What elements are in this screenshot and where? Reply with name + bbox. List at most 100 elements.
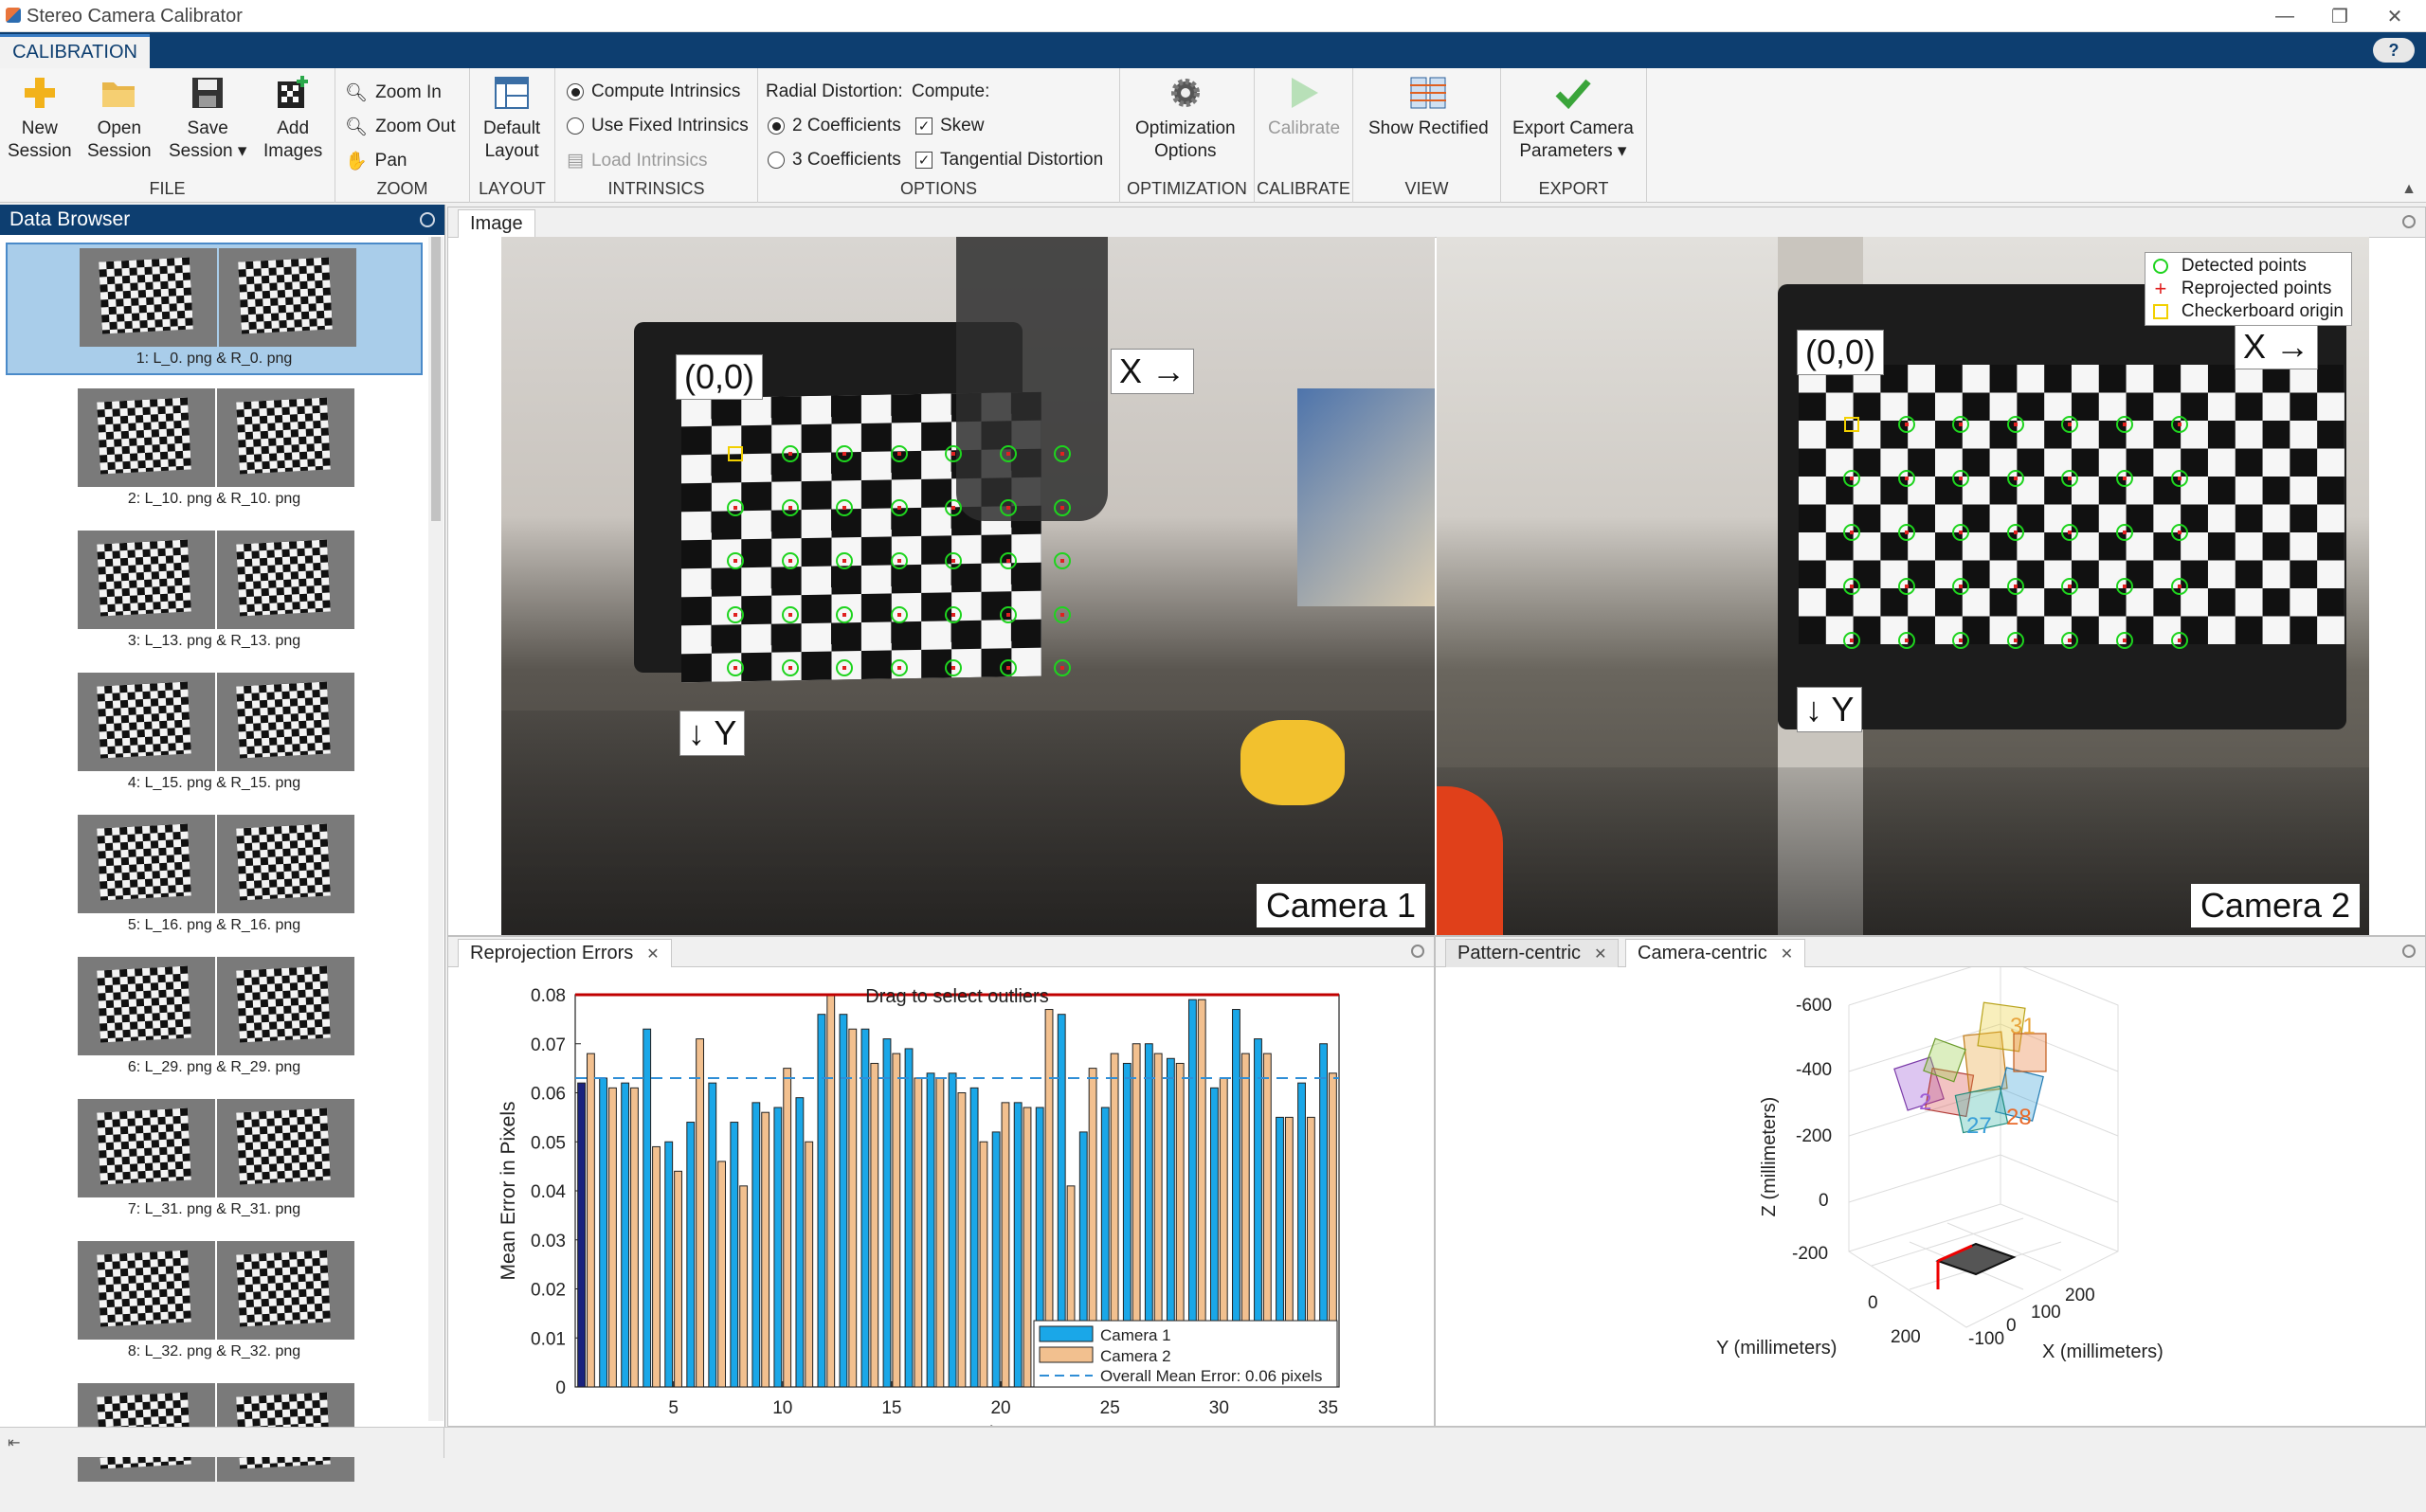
restore-icon[interactable]: ❐ <box>2312 0 2367 32</box>
left-thumbnail <box>78 388 215 487</box>
fixed-intrinsics-radio[interactable]: Use Fixed Intrinsics <box>567 116 749 136</box>
bar-camera1 <box>969 1087 979 1388</box>
folder-icon <box>100 74 138 112</box>
open-label-2: Session <box>87 141 152 161</box>
zoom-in-button[interactable]: 🔍︎ Zoom In <box>345 81 442 104</box>
reprojection-error-chart[interactable]: 0 0.01 0.02 0.03 0.04 0.05 0.06 0.07 0.08 5 10 15 20… <box>448 967 1434 1426</box>
panel-pin-icon[interactable] <box>1411 945 1424 958</box>
origin-label: (0,0) <box>676 354 764 400</box>
three-coefficients-radio[interactable]: 3 Coefficients <box>768 150 901 171</box>
pan-button[interactable]: ✋ Pan <box>345 150 407 172</box>
thumbnail-item[interactable]: 8: L_32. png & R_32. png <box>6 1237 423 1370</box>
browser-scrollbar[interactable] <box>428 237 444 1421</box>
fixed-intrinsics-label: Use Fixed Intrinsics <box>591 116 749 135</box>
right-thumbnail <box>217 1241 354 1340</box>
detected-point <box>781 605 799 623</box>
bar-camera1 <box>708 1082 717 1388</box>
thumbnail-images <box>78 815 354 913</box>
export-parameters-button[interactable]: Export Camera Parameters ▾ <box>1512 74 1634 163</box>
bar-camera1 <box>664 1141 674 1388</box>
show-rectified-button[interactable]: Show Rectified <box>1368 74 1489 140</box>
thumbnail-images <box>78 1099 354 1197</box>
save-label-2: Session ▾ <box>169 141 247 161</box>
detected-point <box>890 445 908 462</box>
calibrate-button[interactable]: Calibrate <box>1268 74 1340 140</box>
thumbnail-item[interactable]: 1: L_0. png & R_0. png <box>6 243 423 375</box>
checkerboard-origin-marker <box>728 446 743 461</box>
zoom-out-button[interactable]: 🔍︎ Zoom Out <box>345 116 456 138</box>
tab-reprojection-errors[interactable]: Reprojection Errors ✕ <box>458 939 672 967</box>
legend-detected: Detected points <box>2152 255 2344 278</box>
checkerboard-thumbnail <box>97 823 191 901</box>
open-session-button[interactable]: Open Session <box>87 74 152 163</box>
close-tab-icon[interactable]: ✕ <box>646 945 659 963</box>
two-coefficients-radio[interactable]: 2 Coefficients <box>768 116 901 136</box>
thumbnail-item[interactable]: 2: L_10. png & R_10. png <box>6 385 423 517</box>
extrinsics-3d-plot[interactable]: 31 28 2 27 -600 -400 -200 0 -200 0 200 -… <box>1436 967 2425 1426</box>
load-intrinsics-button[interactable]: ▤ Load Intrinsics <box>567 150 707 171</box>
tab-image[interactable]: Image <box>458 209 535 238</box>
tangential-checkbox[interactable]: ✓ Tangential Distortion <box>915 150 1103 171</box>
compute-label: Compute: <box>912 81 990 101</box>
x-tick: 100 <box>2031 1303 2061 1323</box>
tab-pattern-centric[interactable]: Pattern-centric ✕ <box>1445 939 1620 967</box>
panel-pin-icon[interactable] <box>420 212 435 227</box>
tab-camera-centric[interactable]: Camera-centric ✕ <box>1625 939 1806 967</box>
zoom-section: 🔍︎ Zoom In 🔍︎ Zoom Out ✋ Pan ZOOM <box>335 68 470 203</box>
detected-point <box>781 498 799 516</box>
thumbnail-item[interactable]: 3: L_13. png & R_13. png <box>6 527 423 659</box>
add-label-2: Images <box>263 141 323 161</box>
thumbnail-item[interactable]: 4: L_15. png & R_15. png <box>6 669 423 801</box>
close-tab-icon[interactable]: ✕ <box>1781 945 1793 963</box>
camera1-view[interactable]: (0,0) X → ↓ Y Camera 1 <box>501 237 1435 935</box>
scrollbar-thumb[interactable] <box>431 237 441 521</box>
checkerboard-thumbnail <box>97 681 191 759</box>
origin-label: (0,0) <box>1797 330 1885 375</box>
camera2-view[interactable]: (0,0) X → ↓ Y Camera 2 Detected points +… <box>1437 237 2369 935</box>
new-session-button[interactable]: New Session <box>8 74 72 163</box>
compute-intrinsics-radio[interactable]: Compute Intrinsics <box>567 81 740 102</box>
export-label-1: Export Camera <box>1512 118 1634 138</box>
minimize-icon[interactable]: — <box>2257 0 2312 32</box>
tab-calibration[interactable]: CALIBRATION <box>0 34 150 68</box>
thumbnail-caption: 8: L_32. png & R_32. png <box>127 1343 301 1359</box>
thumbnail-item[interactable]: 7: L_31. png & R_31. png <box>6 1095 423 1228</box>
panel-pin-icon[interactable] <box>2402 215 2416 228</box>
right-thumbnail <box>217 673 354 771</box>
gear-icon <box>1167 74 1204 112</box>
detected-point <box>2006 470 2024 487</box>
collapse-ribbon-icon[interactable]: ▲ <box>2401 181 2417 198</box>
detected-point <box>2116 632 2133 649</box>
detected-point <box>945 498 962 516</box>
data-browser-header: Data Browser <box>0 205 444 235</box>
thumbnail-item[interactable]: 5: L_16. png & R_16. png <box>6 811 423 944</box>
radio-selected-icon <box>567 83 584 100</box>
left-thumbnail <box>78 1241 215 1340</box>
skew-checkbox[interactable]: ✓ Skew <box>915 116 984 136</box>
checkerboard-thumbnail <box>236 681 331 759</box>
thumbnail-images <box>78 957 354 1055</box>
yellow-square-icon <box>2152 304 2168 319</box>
zoom-out-icon: 🔍︎ <box>345 117 369 137</box>
open-label-1: Open <box>97 118 142 138</box>
thumbnail-images <box>78 673 354 771</box>
add-images-button[interactable]: Add Images <box>263 74 322 163</box>
save-session-button[interactable]: Save Session ▾ <box>169 74 246 163</box>
file-section-label: FILE <box>149 179 186 198</box>
optimization-options-button[interactable]: Optimization Options <box>1135 74 1236 163</box>
close-icon[interactable]: ✕ <box>2367 0 2422 32</box>
reprojection-errors-panel: Reprojection Errors ✕ 0 0.01 0.02 0.03 0.04 0.… <box>447 936 1435 1427</box>
panel-pin-icon[interactable] <box>2402 945 2416 958</box>
pose-id-27: 27 <box>1966 1113 1992 1139</box>
green-circle-icon <box>2152 259 2168 274</box>
export-section-label: EXPORT <box>1538 179 1609 198</box>
default-layout-button[interactable]: Default Layout <box>483 74 540 163</box>
detected-point <box>836 552 853 569</box>
thumbnail-item[interactable]: 6: L_29. png & R_29. png <box>6 953 423 1086</box>
status-bar: ⇤ <box>0 1427 2426 1458</box>
detected-point <box>1897 524 1915 541</box>
close-tab-icon[interactable]: ✕ <box>1594 945 1606 963</box>
help-button[interactable]: ? <box>2373 38 2415 63</box>
detected-point <box>1843 524 1860 541</box>
status-collapse-icon[interactable]: ⇤ <box>8 1433 20 1452</box>
